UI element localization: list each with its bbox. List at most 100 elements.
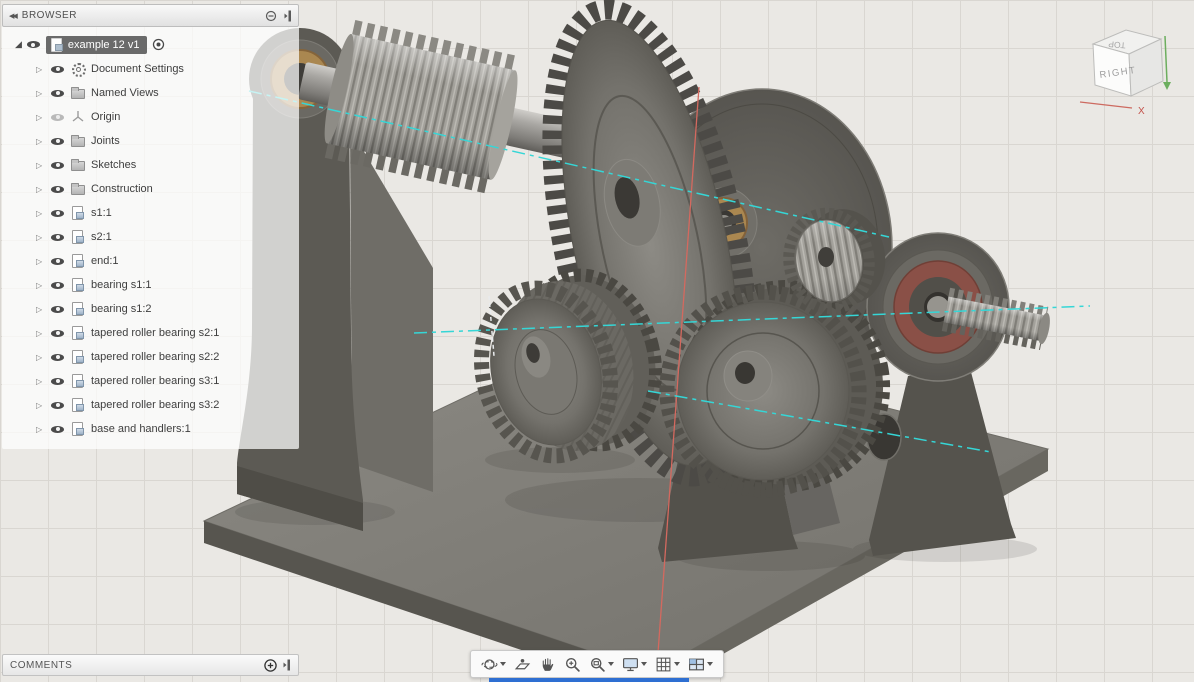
expand-arrow-icon[interactable]: ▷	[36, 425, 45, 434]
expand-arrow-icon[interactable]: ▷	[36, 185, 45, 194]
visibility-eye-icon[interactable]	[51, 111, 65, 123]
browser-item-base-and-handlers[interactable]: ▷ base and handlers:1	[2, 417, 299, 441]
browser-item-bearing-s1-2[interactable]: ▷ bearing s1:2	[2, 297, 299, 321]
expand-arrow-icon[interactable]: ▷	[36, 281, 45, 290]
browser-item-label[interactable]: Document Settings	[91, 63, 184, 75]
viewcube[interactable]: RIGHT TOP X	[1068, 10, 1193, 128]
zoom-tool-button[interactable]	[560, 653, 585, 675]
browser-item-s2[interactable]: ▷ s2:1	[2, 225, 299, 249]
expand-arrow-icon[interactable]: ▷	[36, 353, 45, 362]
browser-item-document-settings[interactable]: ▷ Document Settings	[2, 57, 299, 81]
browser-item-label[interactable]: end:1	[91, 255, 119, 267]
visibility-eye-icon[interactable]	[51, 159, 65, 171]
fit-tool-button[interactable]	[585, 653, 618, 675]
visibility-eye-icon[interactable]	[51, 375, 65, 387]
origin-axes-icon	[71, 110, 85, 124]
browser-root-row[interactable]: ◢ example 12 v1	[2, 32, 299, 57]
expand-arrow-icon[interactable]: ▷	[36, 377, 45, 386]
visibility-eye-icon[interactable]	[51, 399, 65, 411]
browser-item-label[interactable]: bearing s1:2	[91, 303, 152, 315]
collapse-double-chevron-icon[interactable]: ◀◀	[9, 12, 18, 20]
browser-item-trb-s3-2[interactable]: ▷ tapered roller bearing s3:2	[2, 393, 299, 417]
folder-icon	[71, 182, 85, 196]
expand-arrow-icon[interactable]: ▷	[36, 113, 45, 122]
browser-item-label[interactable]: tapered roller bearing s3:2	[91, 399, 219, 411]
browser-item-trb-s3-1[interactable]: ▷ tapered roller bearing s3:1	[2, 369, 299, 393]
expand-arrow-icon[interactable]: ▷	[36, 401, 45, 410]
browser-item-bearing-s1-1[interactable]: ▷ bearing s1:1	[2, 273, 299, 297]
look-at-tool-button[interactable]	[510, 653, 535, 675]
browser-item-label[interactable]: Construction	[91, 183, 153, 195]
browser-item-s1[interactable]: ▷ s1:1	[2, 201, 299, 225]
expand-arrow-icon[interactable]: ▷	[36, 257, 45, 266]
visibility-eye-icon[interactable]	[51, 327, 65, 339]
browser-item-trb-s2-2[interactable]: ▷ tapered roller bearing s2:2	[2, 345, 299, 369]
pan-tool-button[interactable]	[535, 653, 560, 675]
browser-item-construction[interactable]: ▷ Construction	[2, 177, 299, 201]
document-icon	[50, 37, 64, 52]
dropdown-caret-icon[interactable]	[707, 662, 713, 666]
active-document-pill[interactable]: example 12 v1	[45, 35, 148, 54]
panel-display-icon[interactable]	[265, 10, 277, 22]
browser-item-label[interactable]: Joints	[91, 135, 120, 147]
viewports-button[interactable]	[684, 653, 717, 675]
browser-item-label[interactable]: Named Views	[91, 87, 159, 99]
browser-item-label[interactable]: bearing s1:1	[91, 279, 152, 291]
visibility-eye-icon[interactable]	[51, 423, 65, 435]
browser-item-named-views[interactable]: ▷ Named Views	[2, 81, 299, 105]
display-settings-button[interactable]	[618, 653, 651, 675]
component-icon	[71, 230, 85, 244]
component-icon	[71, 254, 85, 268]
browser-item-joints[interactable]: ▷ Joints	[2, 129, 299, 153]
browser-item-label[interactable]: base and handlers:1	[91, 423, 191, 435]
close-panel-icon[interactable]	[283, 659, 291, 671]
expand-arrow-icon[interactable]: ▷	[36, 65, 45, 74]
viewcube-top-label[interactable]: TOP	[1108, 39, 1126, 51]
browser-item-sketches[interactable]: ▷ Sketches	[2, 153, 299, 177]
browser-item-label[interactable]: tapered roller bearing s2:2	[91, 351, 219, 363]
orbit-tool-button[interactable]	[477, 653, 510, 675]
fit-icon	[590, 657, 605, 672]
folder-icon	[71, 86, 85, 100]
dropdown-caret-icon[interactable]	[500, 662, 506, 666]
grid-snaps-button[interactable]	[651, 653, 684, 675]
visibility-eye-icon[interactable]	[26, 39, 41, 51]
visibility-eye-icon[interactable]	[51, 231, 65, 243]
comments-panel[interactable]: COMMENTS	[2, 654, 299, 676]
expanded-arrow-icon[interactable]: ◢	[15, 39, 22, 50]
browser-item-label[interactable]: tapered roller bearing s2:1	[91, 327, 219, 339]
dropdown-caret-icon[interactable]	[608, 662, 614, 666]
close-panel-icon[interactable]	[284, 10, 292, 22]
expand-arrow-icon[interactable]: ▷	[36, 161, 45, 170]
visibility-eye-icon[interactable]	[51, 255, 65, 267]
component-icon	[71, 302, 85, 316]
dropdown-caret-icon[interactable]	[641, 662, 647, 666]
visibility-eye-icon[interactable]	[51, 207, 65, 219]
browser-item-label[interactable]: s1:1	[91, 207, 112, 219]
browser-item-end[interactable]: ▷ end:1	[2, 249, 299, 273]
expand-arrow-icon[interactable]: ▷	[36, 233, 45, 242]
document-title[interactable]: example 12 v1	[68, 39, 140, 51]
visibility-eye-icon[interactable]	[51, 351, 65, 363]
browser-item-label[interactable]: tapered roller bearing s3:1	[91, 375, 219, 387]
browser-item-label[interactable]: s2:1	[91, 231, 112, 243]
visibility-eye-icon[interactable]	[51, 135, 65, 147]
browser-header: ◀◀ BROWSER	[2, 4, 299, 27]
browser-item-trb-s2-1[interactable]: ▷ tapered roller bearing s2:1	[2, 321, 299, 345]
expand-arrow-icon[interactable]: ▷	[36, 209, 45, 218]
visibility-eye-icon[interactable]	[51, 63, 65, 75]
expand-arrow-icon[interactable]: ▷	[36, 305, 45, 314]
browser-item-origin[interactable]: ▷ Origin	[2, 105, 299, 129]
expand-arrow-icon[interactable]: ▷	[36, 329, 45, 338]
browser-item-label[interactable]: Sketches	[91, 159, 136, 171]
visibility-eye-icon[interactable]	[51, 183, 65, 195]
visibility-eye-icon[interactable]	[51, 87, 65, 99]
visibility-eye-icon[interactable]	[51, 279, 65, 291]
expand-arrow-icon[interactable]: ▷	[36, 89, 45, 98]
browser-item-label[interactable]: Origin	[91, 111, 120, 123]
dropdown-caret-icon[interactable]	[674, 662, 680, 666]
add-comment-icon[interactable]	[264, 658, 277, 672]
visibility-eye-icon[interactable]	[51, 303, 65, 315]
activate-radio-icon[interactable]	[152, 38, 165, 51]
expand-arrow-icon[interactable]: ▷	[36, 137, 45, 146]
